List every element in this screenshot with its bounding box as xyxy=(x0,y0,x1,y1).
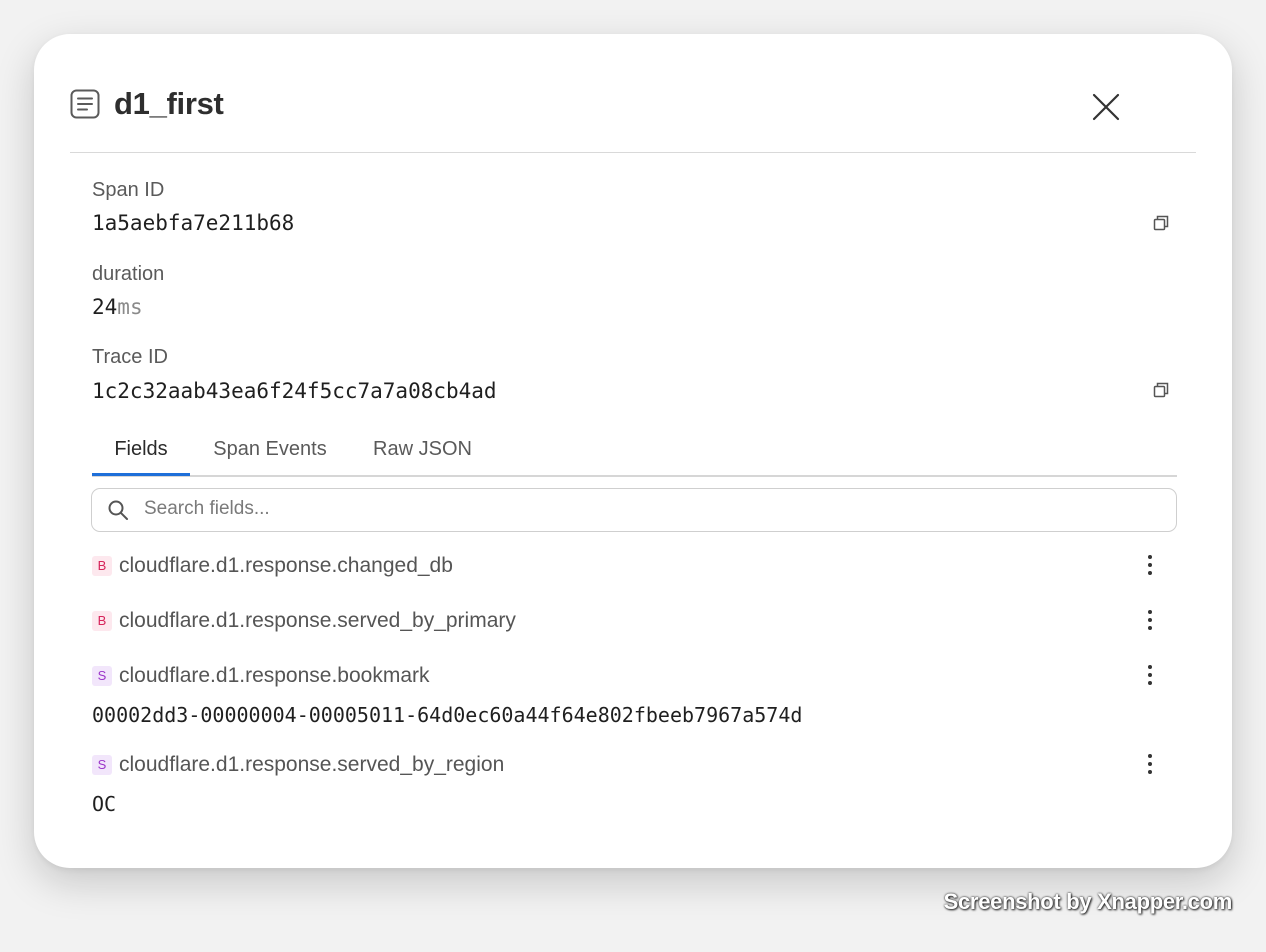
more-options-icon[interactable] xyxy=(1140,550,1160,580)
string-type-badge: S xyxy=(92,666,112,686)
tab-span-events[interactable]: Span Events xyxy=(209,429,331,473)
field-name: cloudflare.d1.response.changed_db xyxy=(119,554,453,577)
search-icon xyxy=(108,500,128,520)
duration-number: 24 xyxy=(92,295,118,319)
document-lines-icon xyxy=(70,89,100,119)
search-input[interactable] xyxy=(144,489,1154,529)
more-options-icon[interactable] xyxy=(1140,605,1160,635)
copy-trace-id-icon[interactable] xyxy=(1152,381,1170,399)
close-icon[interactable] xyxy=(1090,91,1122,123)
duration-unit: ms xyxy=(117,295,143,319)
boolean-type-badge: B xyxy=(92,611,112,631)
field-name: cloudflare.d1.response.bookmark xyxy=(119,664,430,687)
panel-header xyxy=(70,34,1196,153)
duration-label: duration xyxy=(92,263,165,285)
span-details-panel: d1_first Span ID 1a5aebfa7e211b68 durati… xyxy=(34,34,1232,868)
duration-value: 24ms xyxy=(92,294,143,320)
watermark-text: Screenshot by Xnapper.com xyxy=(943,889,1233,914)
field-name: cloudflare.d1.response.served_by_region xyxy=(119,753,505,776)
tab-fields[interactable]: Fields xyxy=(92,429,190,476)
field-name: cloudflare.d1.response.served_by_primary xyxy=(119,609,516,632)
trace-id-value: 1c2c32aab43ea6f24f5cc7a7a08cb4ad xyxy=(92,379,497,403)
span-id-label: Span ID xyxy=(92,179,165,201)
more-options-icon[interactable] xyxy=(1140,660,1160,690)
more-options-icon[interactable] xyxy=(1140,749,1160,779)
string-type-badge: S xyxy=(92,755,112,775)
field-value: OC xyxy=(92,792,117,816)
tab-raw-json[interactable]: Raw JSON xyxy=(370,429,475,473)
trace-id-label: Trace ID xyxy=(92,346,168,368)
tab-bar: Fields Span Events Raw JSON xyxy=(92,429,1177,477)
search-box xyxy=(91,488,1177,532)
copy-span-id-icon[interactable] xyxy=(1152,214,1170,232)
span-id-value: 1a5aebfa7e211b68 xyxy=(92,211,295,235)
boolean-type-badge: B xyxy=(92,556,112,576)
panel-title: d1_first xyxy=(114,86,224,121)
field-value: 00002dd3-00000004-00005011-64d0ec60a44f6… xyxy=(92,703,803,727)
